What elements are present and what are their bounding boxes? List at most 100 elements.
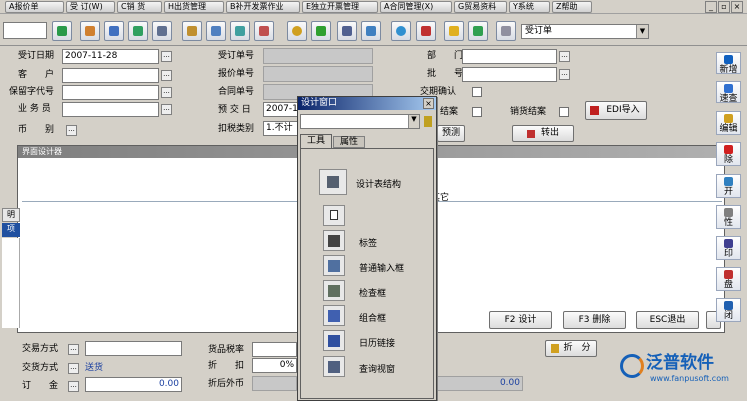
edi-import-button[interactable]: EDI导入 [585,101,647,120]
book-icon[interactable] [182,21,202,41]
batch-label: 批 号 [427,69,464,79]
label-tool[interactable] [323,230,345,251]
form-icon[interactable] [206,21,226,41]
list-icon[interactable] [230,21,250,41]
batch-lookup-button[interactable]: ... [559,69,570,80]
menu-sales[interactable]: C销 货 [117,1,162,13]
design-window-close-icon[interactable]: × [423,98,434,109]
menu-invoice-fill[interactable]: B补开发票作业 [226,1,300,13]
sidebar-delete-button[interactable]: 除 [716,142,741,166]
confidential-field[interactable] [62,85,159,100]
discount-label: 折 扣 [208,361,245,371]
delivery-date-label: 预 交 日 [218,105,251,115]
doc-type-value: 受订单 [525,26,553,36]
menu-contract[interactable]: A合同管理(X) [380,1,452,13]
tab-properties[interactable]: 属性 [333,136,365,148]
menu-order[interactable]: 受 订(W) [66,1,115,13]
confidential-lookup-button[interactable]: ... [161,87,172,98]
delivery-method-lookup-button[interactable]: ... [68,363,79,374]
checkbox-tool[interactable] [323,280,345,301]
order-date-picker-button[interactable]: ... [161,51,172,62]
table-structure-tool[interactable] [319,169,347,195]
deposit-field[interactable]: 0.00 [85,377,182,392]
close-checkbox[interactable] [472,107,482,117]
refresh-icon[interactable] [52,21,72,41]
sidebar-save-button[interactable]: 盘 [716,267,741,291]
salesperson-field[interactable] [62,102,159,117]
detail-tab[interactable]: 明 [2,208,20,222]
tab-tools[interactable]: 工具 [300,134,332,148]
confirm-checkbox[interactable] [472,87,482,97]
foreign-label: 折后外币 [208,379,245,389]
customer-field[interactable] [62,68,159,83]
exit-icon[interactable] [468,21,488,41]
query-view-tool[interactable] [323,356,345,377]
grid-icon[interactable] [361,21,381,41]
dept-field[interactable] [462,49,557,64]
order-date-label: 受订日期 [18,51,55,61]
sidebar-edit-button[interactable]: 编辑 [716,111,741,135]
cube-icon[interactable] [416,21,436,41]
chevron-down-icon[interactable]: ▼ [636,25,648,38]
palette-icon[interactable] [254,21,274,41]
menu-trade-data[interactable]: G贸易资料 [454,1,507,13]
order-date-field[interactable]: 2007-11-28 [62,49,159,64]
gear-icon[interactable] [287,21,307,41]
combobox-tool-label: 组合框 [359,314,387,324]
f3-delete-button[interactable]: F3 删除 [563,311,626,329]
batch-field[interactable] [462,67,557,82]
sidebar-close-button[interactable]: 闭 [716,298,741,322]
split-button[interactable]: 折 分 [545,340,597,357]
sidebar-quick-search-label: 速查 [719,94,738,104]
trade-method-lookup-button[interactable]: ... [68,344,79,355]
menu-quote[interactable]: A报价单 [5,1,64,13]
input-tool[interactable] [323,255,345,276]
restore-icon[interactable]: ▫ [718,1,730,13]
forecast-button[interactable]: 预测 [437,125,465,142]
close-icon[interactable]: × [731,1,743,13]
combobox-tool[interactable] [323,305,345,326]
f2-design-button[interactable]: F2 设计 [489,311,552,329]
esc-exit-button[interactable]: ESC退出 [636,311,699,329]
window-icon[interactable] [496,21,516,41]
calculator-icon[interactable] [337,21,357,41]
discount-field[interactable]: 0% [252,358,297,373]
customer-lookup-button[interactable]: ... [161,70,172,81]
currency-lookup-button[interactable]: ... [66,125,77,136]
currency-label: 币 别 [18,125,55,135]
calendar-tool[interactable] [323,330,345,351]
tools-icon[interactable] [311,21,331,41]
doc-type-select[interactable]: 受订单 ▼ [521,24,649,39]
doc-search-field[interactable] [3,22,47,39]
lock-icon[interactable] [424,116,432,127]
home-icon[interactable] [80,21,100,41]
minimize-icon[interactable]: _ [705,1,717,13]
menu-system[interactable]: Y系统 [509,1,550,13]
dept-lookup-button[interactable]: ... [559,51,570,62]
sidebar-quick-search-button[interactable]: 速查 [716,81,741,104]
sales-close-checkbox[interactable] [559,107,569,117]
contract-no-label: 合同单号 [218,87,255,97]
sidebar-print-button[interactable]: 印 [716,236,741,260]
bell-icon[interactable] [444,21,464,41]
salesperson-lookup-button[interactable]: ... [161,104,172,115]
input-tool-label: 普通输入框 [359,264,405,274]
menu-help[interactable]: Z帮助 [552,1,592,13]
edit-icon[interactable] [104,21,124,41]
sidebar-property-button[interactable]: 性 [716,205,741,229]
component-chevron-icon[interactable]: ▼ [408,115,419,128]
trade-method-field[interactable] [85,341,182,356]
component-select[interactable]: ▼ [300,114,420,129]
menu-shipping[interactable]: H出货管理 [164,1,224,13]
tax-rate-field[interactable] [252,342,297,357]
sidebar-new-button[interactable]: 新增 [716,52,741,75]
globe-icon[interactable] [391,21,411,41]
pointer-tool[interactable] [323,205,345,226]
deposit-label: 订 金 [22,381,59,391]
menu-invoice-mgmt[interactable]: E独立开票管理 [302,1,378,13]
deposit-lookup-button[interactable]: ... [68,381,79,392]
check-icon[interactable] [128,21,148,41]
sidebar-open-button[interactable]: 开 [716,174,741,198]
transfer-button[interactable]: 转出 [512,125,574,142]
print-icon[interactable] [152,21,172,41]
